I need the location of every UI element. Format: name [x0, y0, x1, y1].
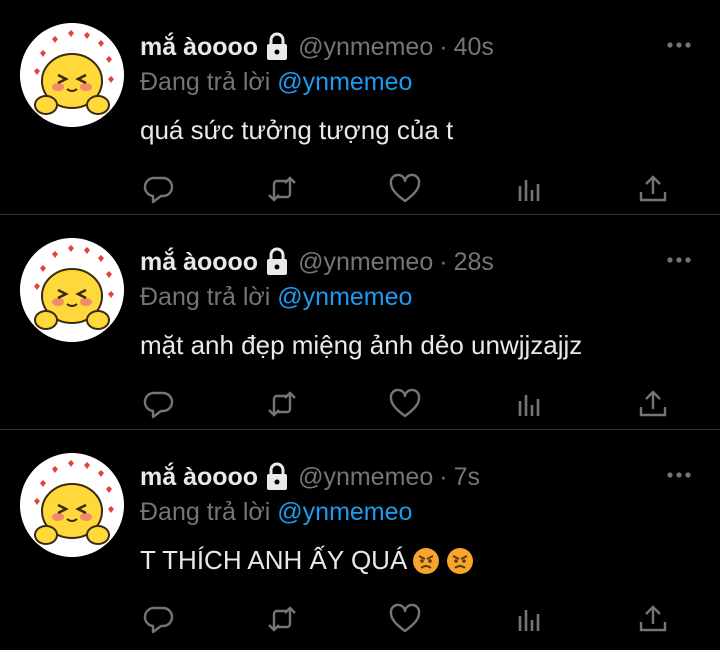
reply-mention[interactable]: @ynmemeo: [277, 283, 412, 311]
views-icon[interactable]: [514, 602, 548, 636]
reply-prefix: Đang trả lời: [140, 283, 271, 311]
tweet-text-content: mặt anh đẹp miệng ảnh dẻo unwjjzajjz: [140, 330, 583, 360]
reply-context: Đang trả lời @ynmemeo: [140, 68, 412, 97]
tweet-header: mắ àoooo @ynmemeo · 40s: [140, 30, 494, 64]
reply-icon[interactable]: [142, 172, 176, 206]
separator-dot: ·: [439, 247, 448, 276]
views-icon[interactable]: [514, 172, 548, 206]
timestamp[interactable]: 28s: [454, 248, 494, 277]
avatar[interactable]: [20, 238, 124, 342]
more-dots-icon[interactable]: [666, 38, 692, 52]
handle[interactable]: @ynmemeo: [298, 463, 433, 492]
angry-face-icon: [445, 546, 475, 576]
display-name[interactable]: mắ àoooo: [140, 33, 258, 62]
reply-mention[interactable]: @ynmemeo: [277, 68, 412, 96]
angry-face-icon: [411, 546, 441, 576]
avatar[interactable]: [20, 453, 124, 557]
reply-icon[interactable]: [142, 387, 176, 421]
timestamp[interactable]: 7s: [454, 463, 480, 492]
tweet-text: mặt anh đẹp miệng ảnh dẻo unwjjzajjz: [140, 330, 582, 361]
reply-mention[interactable]: @ynmemeo: [277, 498, 412, 526]
tweet[interactable]: mắ àoooo @ynmemeo · 7s Đang trả lời @ynm…: [0, 430, 720, 645]
action-bar: [140, 387, 680, 421]
display-name[interactable]: mắ àoooo: [140, 248, 258, 277]
retweet-icon[interactable]: [265, 602, 299, 636]
retweet-icon[interactable]: [265, 387, 299, 421]
reply-icon[interactable]: [142, 602, 176, 636]
tweet-header: mắ àoooo @ynmemeo · 7s: [140, 460, 480, 494]
avatar[interactable]: [20, 23, 124, 127]
reply-prefix: Đang trả lời: [140, 68, 271, 96]
action-bar: [140, 172, 680, 206]
heart-icon[interactable]: [388, 387, 422, 421]
more-dots-icon[interactable]: [666, 253, 692, 267]
handle[interactable]: @ynmemeo: [298, 33, 433, 62]
share-icon[interactable]: [636, 602, 670, 636]
tweet-text: T THÍCH ANH ẤY QUÁ: [140, 545, 475, 576]
reply-context: Đang trả lời @ynmemeo: [140, 498, 412, 527]
reply-context: Đang trả lời @ynmemeo: [140, 283, 412, 312]
lock-icon: [264, 247, 290, 277]
display-name[interactable]: mắ àoooo: [140, 463, 258, 492]
tweet[interactable]: mắ àoooo @ynmemeo · 28s Đang trả lời @yn…: [0, 215, 720, 430]
share-icon[interactable]: [636, 172, 670, 206]
heart-icon[interactable]: [388, 172, 422, 206]
lock-icon: [264, 32, 290, 62]
more-dots-icon[interactable]: [666, 468, 692, 482]
lock-icon: [264, 462, 290, 492]
separator-dot: ·: [439, 462, 448, 491]
share-icon[interactable]: [636, 387, 670, 421]
tweet-text-content: quá sức tưởng tượng của t: [140, 115, 454, 145]
tweet-feed: mắ àoooo @ynmemeo · 40s Đang trả lời @yn…: [0, 0, 720, 650]
tweet-text-content: T THÍCH ANH ẤY QUÁ: [140, 545, 408, 575]
action-bar: [140, 602, 680, 636]
views-icon[interactable]: [514, 387, 548, 421]
handle[interactable]: @ynmemeo: [298, 248, 433, 277]
separator-dot: ·: [439, 32, 448, 61]
tweet-text: quá sức tưởng tượng của t: [140, 115, 453, 146]
timestamp[interactable]: 40s: [454, 33, 494, 62]
retweet-icon[interactable]: [265, 172, 299, 206]
reply-prefix: Đang trả lời: [140, 498, 271, 526]
tweet-header: mắ àoooo @ynmemeo · 28s: [140, 245, 494, 279]
heart-icon[interactable]: [388, 602, 422, 636]
tweet[interactable]: mắ àoooo @ynmemeo · 40s Đang trả lời @yn…: [0, 0, 720, 215]
